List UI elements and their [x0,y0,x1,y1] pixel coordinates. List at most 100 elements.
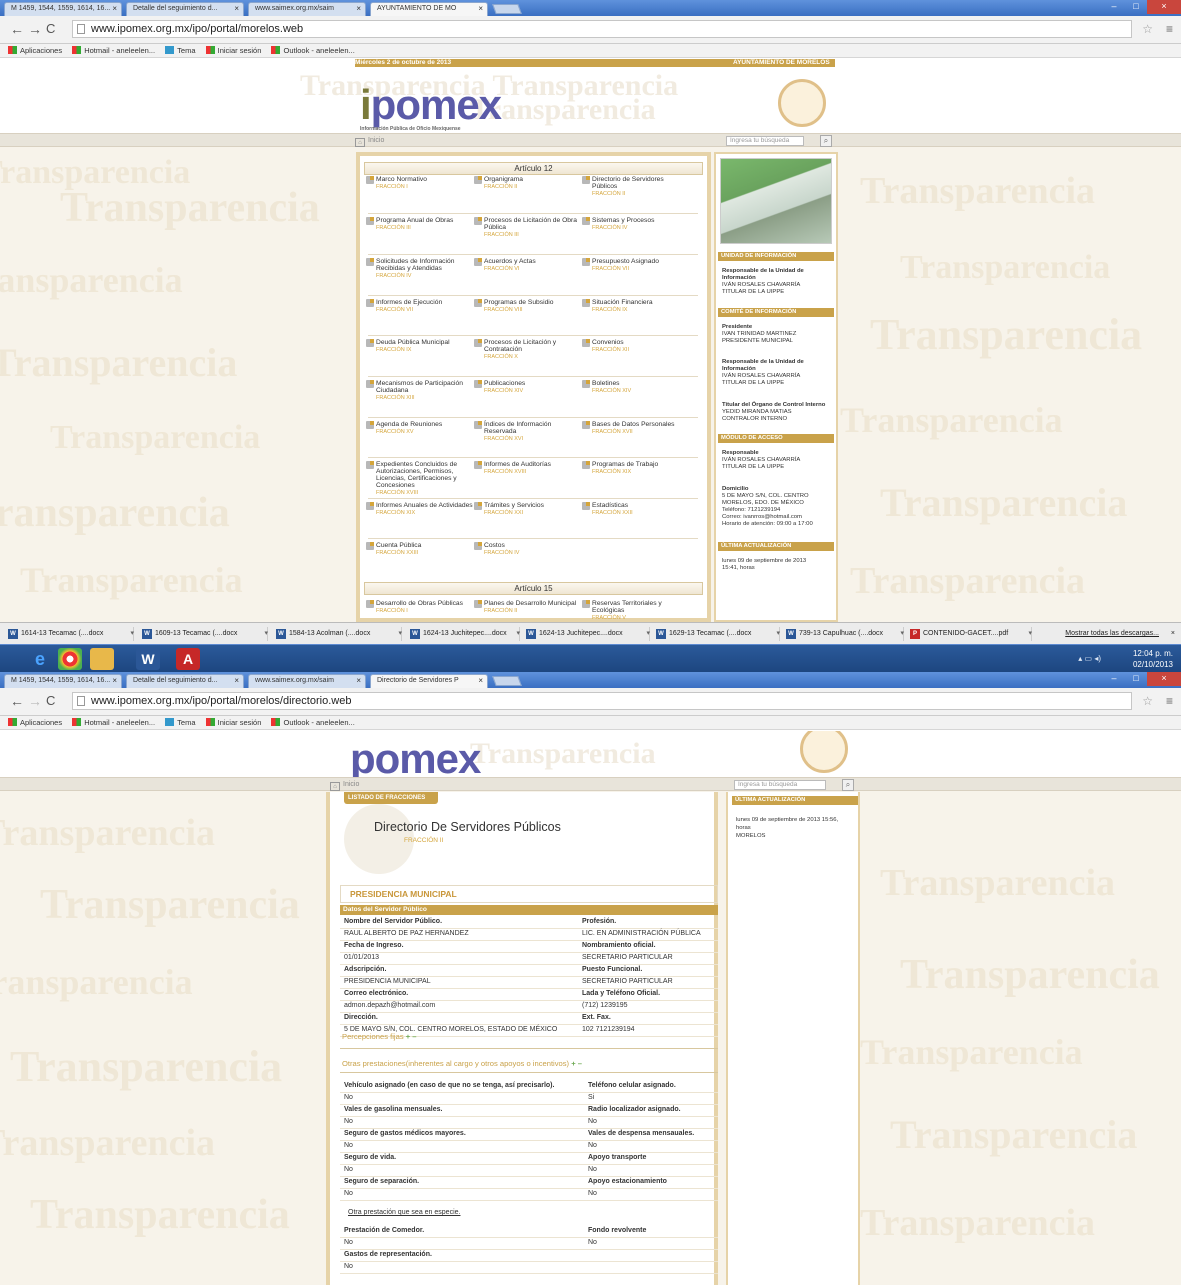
close-tab-icon[interactable]: × [234,3,239,15]
fraction-link[interactable]: Marco Normativo FRACCIÓN I [366,176,474,190]
forward-icon[interactable]: → [28,21,42,37]
download-item[interactable]: W 1624-13 Juchitepec....docx ▾ [408,627,520,641]
fraction-link[interactable]: Publicaciones FRACCIÓN XIV [474,380,582,394]
tab-detalle[interactable]: Detalle del seguimiento d... × [126,2,244,16]
close-tab-icon[interactable]: × [112,675,117,687]
bookmark-apps[interactable]: Aplicaciones [8,718,62,727]
folder-icon[interactable] [90,648,114,670]
download-item[interactable]: P CONTENIDO-GACET....pdf ▾ [908,627,1032,641]
tab-gmail[interactable]: M 1459, 1544, 1559, 1614, 16... × [4,2,122,16]
percepciones-toggle[interactable]: Percepciones fijas + – [342,1032,417,1041]
show-all-downloads-link[interactable]: Mostrar todas las descargas... [1065,627,1159,641]
download-item[interactable]: W 1609-13 Tecamac (....docx ▾ [140,627,268,641]
word-icon[interactable]: W [136,648,160,670]
fraction-link[interactable]: Agenda de Reuniones FRACCIÓN XV [366,421,474,435]
bookmark-apps[interactable]: Aplicaciones [8,46,62,55]
system-clock[interactable]: 12:04 p. m. 02/10/2013 [1133,648,1173,670]
close-tab-icon[interactable]: × [112,3,117,15]
search-input[interactable]: Ingresa tu búsqueda [726,136,804,146]
otra-especie-link[interactable]: Otra prestación que sea en especie. [348,1209,460,1216]
chevron-down-icon[interactable]: ▾ [398,627,402,641]
close-tab-icon[interactable]: × [234,675,239,687]
chrome-icon[interactable] [58,648,82,670]
fraction-link[interactable]: Estadísticas FRACCIÓN XXII [582,502,690,516]
fraction-link[interactable]: Programas de Subsidio FRACCIÓN VIII [474,299,582,313]
fraction-link[interactable]: Reservas Territoriales y Ecológicas FRACC… [582,600,690,621]
bookmark-iniciar[interactable]: Iniciar sesión [205,46,261,55]
download-item[interactable]: W 1614-13 Tecamac (....docx ▾ [6,627,134,641]
fraction-link[interactable]: Desarrollo de Obras Públicas FRACCIÓN I [366,600,474,614]
fraction-link[interactable]: Presupuesto Asignado FRACCIÓN VII [582,258,690,272]
fraction-link[interactable]: Boletines FRACCIÓN XIV [582,380,690,394]
fraction-link[interactable]: Costos FRACCIÓN IV [474,542,582,556]
chevron-down-icon[interactable]: ▾ [264,627,268,641]
maximize-icon[interactable]: □ [1125,672,1147,686]
close-downloads-icon[interactable]: × [1171,627,1175,641]
fraction-link[interactable]: Convenios FRACCIÓN XII [582,339,690,353]
minimize-icon[interactable]: – [1103,0,1125,14]
close-window-icon[interactable]: × [1147,672,1181,686]
close-tab-icon[interactable]: × [478,675,483,687]
acrobat-icon[interactable]: A [176,648,200,670]
tab-gmail[interactable]: M 1459, 1544, 1559, 1614, 16... × [4,674,122,688]
fraction-link[interactable]: Expedientes Concluidos de Autorizaciones… [366,461,474,496]
fraction-link[interactable]: Procesos de Licitación y Contratación FRA… [474,339,582,360]
new-tab-button[interactable] [492,4,522,14]
search-icon[interactable]: ⌕ [820,135,832,147]
back-icon[interactable]: ← [10,21,24,37]
chevron-down-icon[interactable]: ▾ [646,627,650,641]
tab-saimex[interactable]: www.saimex.org.mx/saim × [248,2,366,16]
ipomex-logo[interactable]: ipomex Información Pública de Oficio Mexi… [360,81,502,132]
maximize-icon[interactable]: □ [1125,0,1147,14]
chevron-down-icon[interactable]: ▾ [776,627,780,641]
chevron-down-icon[interactable]: ▾ [516,627,520,641]
fraction-link[interactable]: Procesos de Licitación de Obra Pública FR… [474,217,582,238]
bookmark-outlook[interactable]: Outlook - aneleelen... [271,46,355,55]
fraction-link[interactable]: Programas de Trabajo FRACCIÓN XIX [582,461,690,475]
forward-icon[interactable]: → [28,693,42,709]
reload-icon[interactable]: C [46,693,55,709]
back-icon[interactable]: ← [10,693,24,709]
otras-toggle[interactable]: Otras prestaciones(inherentes al cargo y… [342,1059,582,1068]
tab-saimex[interactable]: www.saimex.org.mx/saim × [248,674,366,688]
bookmark-tema[interactable]: Tema [165,718,196,727]
fraction-link[interactable]: Trámites y Servicios FRACCIÓN XXI [474,502,582,516]
close-tab-icon[interactable]: × [356,675,361,687]
bookmark-tema[interactable]: Tema [165,46,196,55]
fraction-link[interactable]: Acuerdos y Actas FRACCIÓN VI [474,258,582,272]
menu-icon[interactable]: ≡ [1166,22,1173,36]
home-link[interactable]: ⌂ Inicio [330,780,359,791]
minimize-icon[interactable]: – [1103,672,1125,686]
close-window-icon[interactable]: × [1147,0,1181,14]
fraction-link[interactable]: Planes de Desarrollo Municipal FRACCIÓN I… [474,600,582,614]
fraction-link[interactable]: Mecanismos de Participación Ciudadana FRA… [366,380,474,401]
chevron-down-icon[interactable]: ▾ [1028,627,1032,641]
fraction-link[interactable]: Índices de Información Reservada FRACCIÓN… [474,421,582,442]
tab-detalle[interactable]: Detalle del seguimiento d... × [126,674,244,688]
ie-icon[interactable]: e [28,648,52,670]
fraction-link[interactable]: Bases de Datos Personales FRACCIÓN XVII [582,421,690,435]
search-icon[interactable]: ⌕ [842,779,854,791]
reload-icon[interactable]: C [46,21,55,37]
bookmark-iniciar[interactable]: Iniciar sesión [205,718,261,727]
fraction-link[interactable]: Programa Anual de Obras FRACCIÓN III [366,217,474,231]
home-link[interactable]: ⌂ Inicio [355,136,384,147]
fraction-link[interactable]: Informes de Ejecución FRACCIÓN VII [366,299,474,313]
fraction-link[interactable]: Organigrama FRACCIÓN II [474,176,582,190]
download-item[interactable]: W 1629-13 Tecamac (....docx ▾ [654,627,780,641]
bookmark-hotmail[interactable]: Hotmail - aneleelen... [72,718,155,727]
tab-ayuntamiento[interactable]: AYUNTAMIENTO DE MO × [370,2,488,16]
bookmark-outlook[interactable]: Outlook - aneleelen... [271,718,355,727]
close-tab-icon[interactable]: × [356,3,361,15]
url-field[interactable]: www.ipomex.org.mx/ipo/portal/morelos/dir… [72,692,1132,710]
download-item[interactable]: W 1584-13 Acolman (....docx ▾ [274,627,402,641]
fraction-link[interactable]: Deuda Pública Municipal FRACCIÓN IX [366,339,474,353]
search-input[interactable]: Ingresa tu búsqueda [734,780,826,790]
bookmark-star-icon[interactable]: ☆ [1142,22,1153,36]
bookmark-hotmail[interactable]: Hotmail - aneleelen... [72,46,155,55]
url-field[interactable]: www.ipomex.org.mx/ipo/portal/morelos.web [72,20,1132,38]
fraction-link[interactable]: Sistemas y Procesos FRACCIÓN IV [582,217,690,231]
fraction-link[interactable]: Solicitudes de Información Recibidas y A… [366,258,474,279]
fraction-link[interactable]: Directorio de Servidores Públicos FRACCIÓ… [582,176,690,197]
chevron-down-icon[interactable]: ▾ [130,627,134,641]
